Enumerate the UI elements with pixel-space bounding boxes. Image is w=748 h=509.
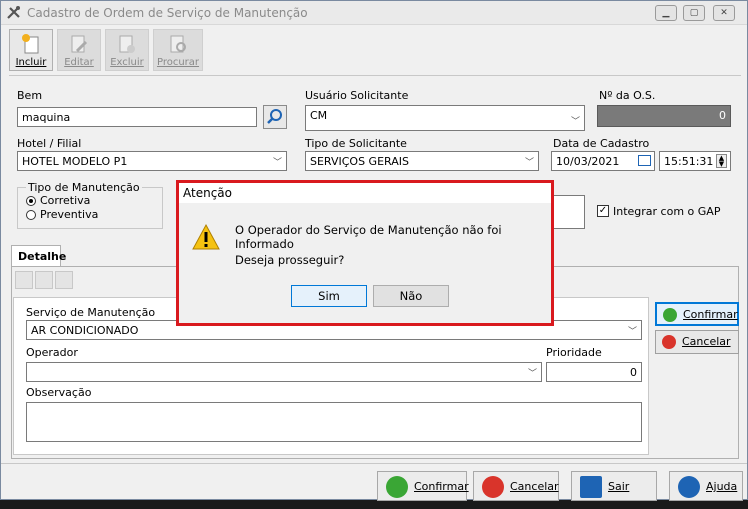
hora-field[interactable]: 15:51:31 ▲ ▼: [659, 151, 731, 171]
cancelar-label: Cancelar: [510, 480, 559, 493]
operador-label: Operador: [26, 346, 78, 359]
edit-document-icon: [71, 35, 88, 53]
ajuda-button[interactable]: Ajuda: [669, 471, 743, 501]
incluir-button[interactable]: Incluir: [9, 29, 53, 71]
bem-search-button[interactable]: [263, 105, 287, 129]
detail-confirmar-button[interactable]: Confirmar: [655, 302, 739, 326]
incluir-label: Incluir: [15, 57, 47, 68]
dialog-question: Deseja prosseguir?: [235, 253, 345, 267]
nos-label: Nº da O.S.: [599, 89, 656, 102]
detail-delete-icon[interactable]: [55, 271, 73, 289]
procurar-button[interactable]: Procurar: [153, 29, 203, 71]
sair-button[interactable]: Sair: [571, 471, 657, 501]
close-button[interactable]: ✕: [713, 5, 735, 21]
tipo-manutencao-group: Tipo de Manutenção Corretiva Preventiva: [17, 181, 163, 229]
detail-confirmar-label: Confirmar: [683, 308, 738, 321]
detail-edit-icon[interactable]: [35, 271, 53, 289]
data-cadastro-label: Data de Cadastro: [553, 137, 650, 150]
corretiva-radio[interactable]: [26, 196, 36, 206]
usuario-select[interactable]: CM ﹀: [305, 105, 585, 131]
sair-label: Sair: [608, 480, 630, 493]
tipo-solicitante-label: Tipo de Solicitante: [305, 137, 407, 150]
spinner-icon[interactable]: ▲ ▼: [716, 154, 727, 168]
integrar-gap-checkbox[interactable]: ✓: [597, 205, 609, 217]
dialog-message: O Operador do Serviço de Manutenção não …: [235, 223, 502, 251]
prioridade-field[interactable]: 0: [546, 362, 642, 382]
detail-add-icon[interactable]: [15, 271, 33, 289]
maximize-button[interactable]: ▢: [683, 5, 705, 21]
sim-button[interactable]: Sim: [291, 285, 367, 307]
calendar-icon[interactable]: [638, 155, 651, 166]
help-icon: [678, 476, 700, 498]
bottom-bar: Confirmar Cancelar Sair Ajuda: [1, 463, 747, 501]
detail-cancelar-label: Cancelar: [682, 335, 731, 348]
confirmar-button[interactable]: Confirmar: [377, 471, 469, 501]
hotel-select[interactable]: HOTEL MODELO P1 ﹀: [17, 151, 287, 171]
chevron-down-icon: ﹀: [627, 327, 637, 337]
cancel-icon: [662, 335, 676, 349]
data-cadastro-field[interactable]: 10/03/2021: [551, 151, 655, 171]
tab-detalhe[interactable]: Detalhe: [11, 245, 66, 267]
usuario-label: Usuário Solicitante: [305, 89, 409, 102]
servico-value: AR CONDICIONADO: [31, 324, 139, 337]
chevron-down-icon: ﹀: [272, 158, 282, 168]
corretiva-label: Corretiva: [40, 194, 91, 207]
data-cadastro-value: 10/03/2021: [556, 155, 620, 168]
tipo-solicitante-value: SERVIÇOS GERAIS: [310, 155, 409, 168]
ajuda-label: Ajuda: [706, 480, 738, 493]
editar-button[interactable]: Editar: [57, 29, 101, 71]
cancelar-button[interactable]: Cancelar: [473, 471, 559, 501]
bem-field[interactable]: maquina: [17, 107, 257, 127]
preventiva-label: Preventiva: [40, 208, 99, 221]
observacao-label: Observação: [26, 386, 92, 399]
operador-select[interactable]: ﹀: [26, 362, 542, 382]
chevron-down-icon: ﹀: [527, 369, 537, 379]
check-icon: [663, 308, 677, 322]
excluir-label: Excluir: [110, 57, 144, 68]
nos-field: 0: [597, 105, 731, 127]
tipo-manutencao-label: Tipo de Manutenção: [26, 181, 142, 194]
observacao-field[interactable]: [26, 402, 642, 442]
detail-cancelar-button[interactable]: Cancelar: [655, 330, 739, 354]
exit-door-icon: [580, 476, 602, 498]
prioridade-label: Prioridade: [546, 346, 602, 359]
chevron-down-icon: ﹀: [524, 158, 534, 168]
excluir-button[interactable]: Excluir: [105, 29, 149, 71]
hotel-value: HOTEL MODELO P1: [22, 155, 128, 168]
nao-button[interactable]: Não: [373, 285, 449, 307]
window-title: Cadastro de Ordem de Serviço de Manutenç…: [27, 6, 308, 20]
bem-label: Bem: [17, 89, 43, 102]
partial-field[interactable]: [553, 195, 585, 229]
preventiva-radio[interactable]: [26, 210, 36, 220]
dialog-title: Atenção: [179, 183, 551, 203]
procurar-label: Procurar: [156, 57, 200, 68]
integrar-gap-label: Integrar com o GAP: [613, 205, 721, 218]
chevron-down-icon: ﹀: [570, 117, 580, 127]
tipo-solicitante-select[interactable]: SERVIÇOS GERAIS ﹀: [305, 151, 539, 171]
warning-icon: [192, 223, 220, 250]
search-icon: [267, 109, 282, 124]
hotel-label: Hotel / Filial: [17, 137, 82, 150]
title-bar: Cadastro de Ordem de Serviço de Manutenç…: [1, 1, 747, 25]
minimize-button[interactable]: ▁: [655, 5, 677, 21]
tools-icon: [7, 6, 20, 19]
editar-label: Editar: [64, 57, 94, 68]
cancel-icon: [482, 476, 504, 498]
delete-document-icon: [119, 35, 135, 53]
new-document-icon: [22, 34, 39, 54]
usuario-value: CM: [310, 109, 328, 122]
servico-label: Serviço de Manutenção: [26, 306, 156, 319]
attention-dialog: Atenção O Operador do Serviço de Manuten…: [176, 180, 554, 326]
hora-value: 15:51:31: [664, 155, 714, 168]
search-document-icon: [170, 35, 186, 53]
check-icon: [386, 476, 408, 498]
confirmar-label: Confirmar: [414, 480, 469, 493]
toolbar-divider: [9, 75, 741, 76]
